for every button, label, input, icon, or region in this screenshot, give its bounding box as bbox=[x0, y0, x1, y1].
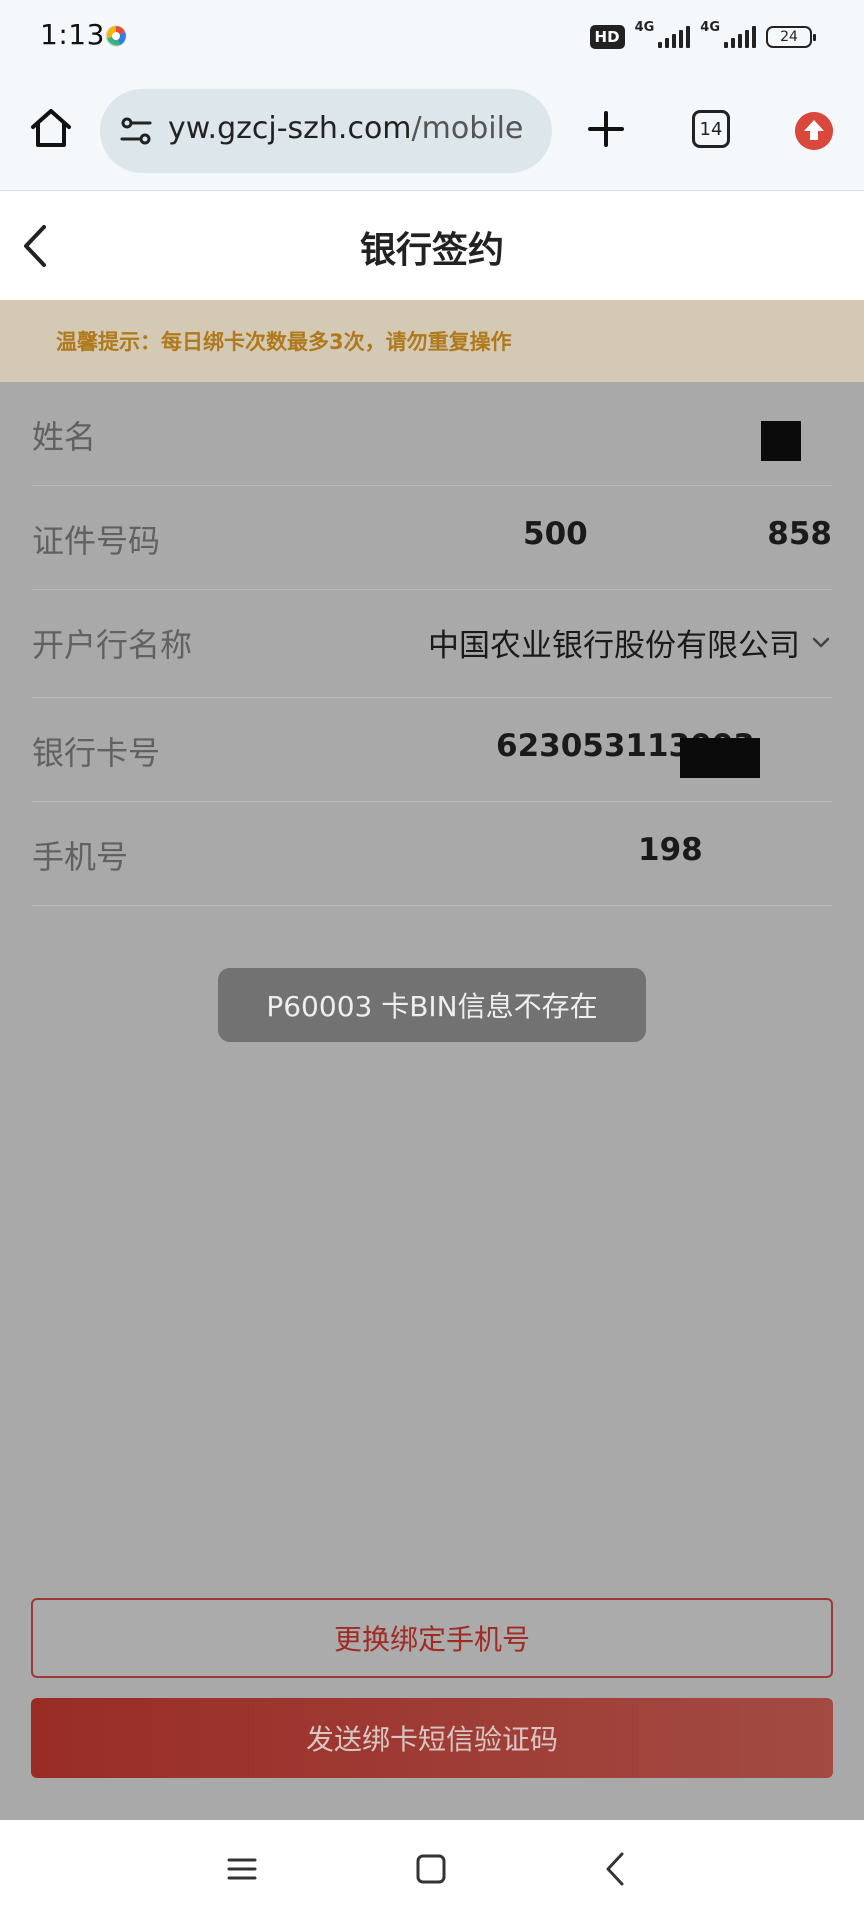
form-row-card-number[interactable]: 银行卡号 623053113003 bbox=[32, 698, 832, 802]
browser-toolbar: yw.gzcj-szh.com/mobile 14 bbox=[0, 78, 864, 191]
name-label: 姓名 bbox=[32, 418, 97, 456]
notice-banner: 温馨提示：每日绑卡次数最多3次，请勿重复操作 bbox=[0, 300, 864, 382]
content-overlay: 温馨提示：每日绑卡次数最多3次，请勿重复操作 姓名 证件号码 500 858 开… bbox=[0, 300, 864, 1820]
phone-label: 手机号 bbox=[32, 838, 129, 876]
url-domain: yw.gzcj-szh.com bbox=[168, 111, 412, 146]
url-path: /mobile bbox=[411, 111, 524, 146]
battery-icon: 24 bbox=[766, 26, 816, 48]
signal-icon-1 bbox=[658, 26, 691, 48]
notice-text: 温馨提示：每日绑卡次数最多3次，请勿重复操作 bbox=[56, 330, 512, 354]
card-number-label: 银行卡号 bbox=[32, 734, 161, 772]
page-header: 银行签约 bbox=[0, 191, 864, 300]
chevron-down-icon bbox=[812, 637, 830, 647]
tab-switcher-button[interactable]: 14 bbox=[692, 110, 730, 148]
network-label-2: 4G bbox=[700, 19, 720, 35]
bank-name-label: 开户行名称 bbox=[32, 626, 193, 664]
status-time: 1:13 bbox=[40, 18, 105, 51]
name-redaction bbox=[761, 421, 801, 461]
status-bar: 1:13 HD 4G 4G 24 bbox=[0, 0, 864, 78]
home-icon[interactable] bbox=[28, 105, 74, 151]
recent-apps-icon[interactable] bbox=[225, 1852, 259, 1886]
phone-value-start: 198 bbox=[638, 832, 703, 868]
battery-level: 24 bbox=[780, 29, 798, 45]
status-indicators: HD 4G 4G 24 bbox=[589, 19, 816, 54]
id-number-label: 证件号码 bbox=[32, 522, 161, 560]
system-nav-bar bbox=[0, 1820, 864, 1920]
bank-name-value: 中国农业银行股份有限公司 bbox=[428, 628, 800, 664]
home-square-icon[interactable] bbox=[414, 1852, 448, 1886]
error-toast: P60003 卡BIN信息不存在 bbox=[218, 968, 646, 1042]
new-tab-icon[interactable] bbox=[584, 107, 628, 151]
url-text[interactable]: yw.gzcj-szh.com/mobile bbox=[168, 111, 523, 146]
update-icon[interactable] bbox=[795, 112, 833, 150]
send-sms-code-button[interactable]: 发送绑卡短信验证码 bbox=[31, 1698, 833, 1778]
network-label-1: 4G bbox=[634, 19, 655, 35]
form-row-bank-name[interactable]: 开户行名称 中国农业银行股份有限公司 bbox=[32, 590, 832, 698]
form-row-phone[interactable]: 手机号 198 bbox=[32, 802, 832, 906]
id-number-value-start: 500 bbox=[523, 516, 588, 552]
card-number-redaction bbox=[680, 738, 760, 778]
id-number-value-end: 858 bbox=[767, 516, 832, 552]
hd-badge: HD bbox=[589, 25, 625, 49]
address-bar[interactable]: yw.gzcj-szh.com/mobile bbox=[100, 89, 552, 173]
signal-icon-2 bbox=[724, 26, 756, 48]
tab-count: 14 bbox=[699, 118, 723, 140]
page-title: 银行签约 bbox=[359, 230, 504, 271]
system-back-icon[interactable] bbox=[600, 1850, 630, 1888]
form-row-id-number[interactable]: 证件号码 500 858 bbox=[32, 486, 832, 590]
bank-name-select[interactable]: 中国农业银行股份有限公司 bbox=[428, 620, 832, 665]
site-settings-icon[interactable] bbox=[118, 113, 154, 149]
form-row-name[interactable]: 姓名 bbox=[32, 382, 832, 486]
app-notification-icon bbox=[105, 25, 127, 47]
change-phone-button[interactable]: 更换绑定手机号 bbox=[31, 1598, 833, 1678]
